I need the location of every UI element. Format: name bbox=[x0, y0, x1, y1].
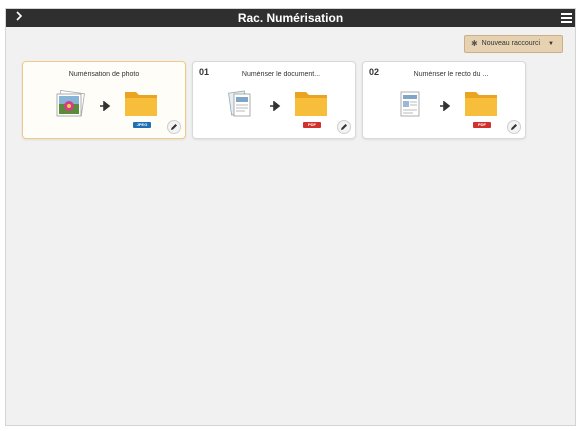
shortcut-label: Numérisation de photo bbox=[68, 71, 140, 78]
edit-pencil-icon[interactable] bbox=[507, 120, 521, 134]
window-title: Rac. Numérisation bbox=[237, 11, 344, 25]
folder-icon bbox=[123, 88, 159, 118]
arrow-right-icon bbox=[99, 98, 111, 112]
app-window: Rac. Numérisation ✱ Nouveau raccourci ▼ … bbox=[5, 8, 576, 426]
edit-pencil-icon[interactable] bbox=[337, 120, 351, 134]
shortcut-label: Numériser le recto du ... bbox=[413, 71, 489, 78]
new-shortcut-label: Nouveau raccourci bbox=[481, 40, 541, 47]
shortcut-label: Numériser le document... bbox=[241, 71, 321, 78]
dropdown-caret-icon: ▼ bbox=[548, 41, 554, 47]
shortcut-number: 02 bbox=[369, 67, 380, 77]
shortcut-card-document[interactable]: 01 Numériser le document... PDF bbox=[192, 61, 356, 139]
shortcut-card-id-card[interactable]: 02 Numériser le recto du ... PDF bbox=[362, 61, 526, 139]
arrow-right-icon bbox=[439, 98, 451, 112]
arrow-right-icon bbox=[269, 98, 281, 112]
document-icon bbox=[225, 90, 255, 118]
new-shortcut-button[interactable]: ✱ Nouveau raccourci ▼ bbox=[463, 35, 563, 53]
title-bar: Rac. Numérisation bbox=[6, 9, 575, 27]
edit-pencil-icon[interactable] bbox=[167, 120, 181, 134]
plus-icon: ✱ bbox=[470, 39, 478, 48]
folder-icon bbox=[463, 88, 499, 118]
id-card-icon bbox=[395, 90, 425, 118]
shortcut-card-photo[interactable]: Numérisation de photo JPEG bbox=[22, 61, 186, 139]
folder-icon bbox=[293, 88, 329, 118]
format-badge: JPEG bbox=[133, 122, 151, 128]
format-badge: PDF bbox=[303, 122, 321, 128]
shortcut-number: 01 bbox=[199, 67, 210, 77]
photo-icon bbox=[55, 89, 85, 118]
format-badge: PDF bbox=[473, 122, 491, 128]
hamburger-menu-icon[interactable] bbox=[561, 11, 573, 25]
